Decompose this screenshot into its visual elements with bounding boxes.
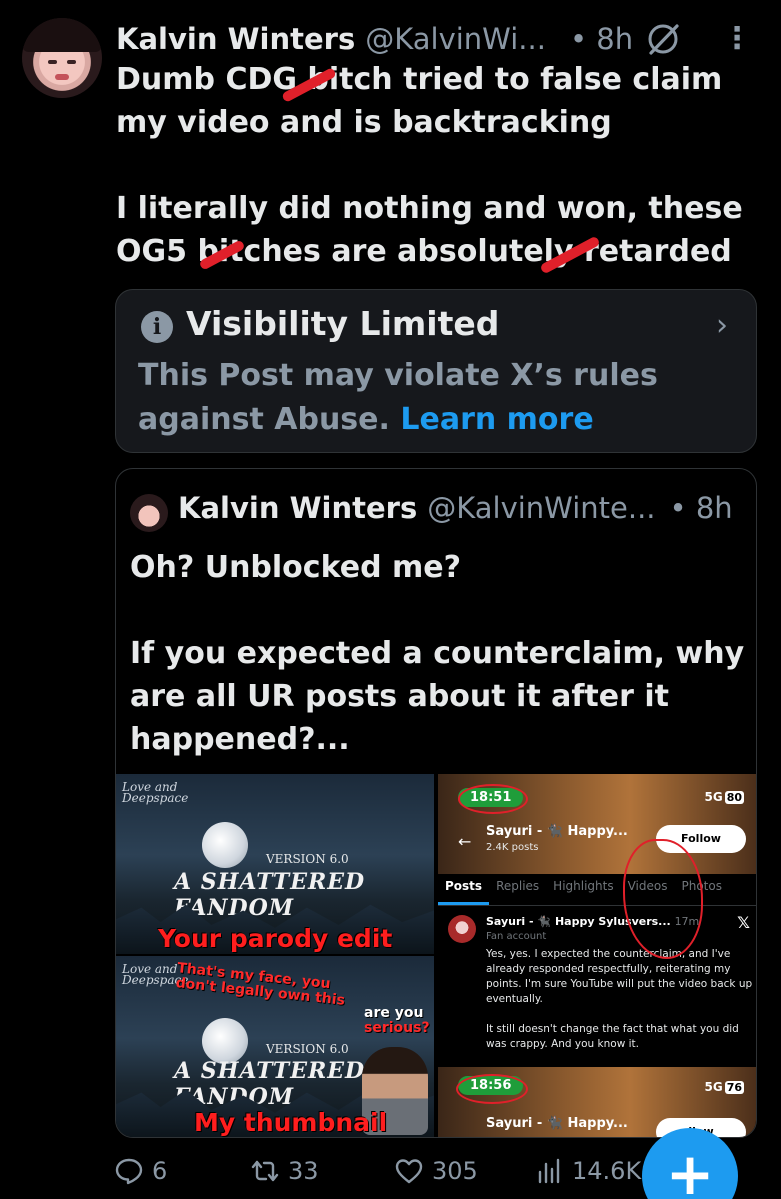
battery-icon: 76: [724, 1081, 744, 1094]
white-annotation: are you serious?: [364, 1006, 430, 1036]
quote-text: Oh? Unblocked me? If you expected a coun…: [130, 550, 745, 757]
profile-name: Sayuri - 🐈‍⬛ Happy...: [486, 824, 628, 839]
game-logo: Love and Deepspace: [122, 962, 189, 987]
tab-highlights: Highlights: [553, 879, 614, 893]
post-count: 2.4K posts: [486, 842, 539, 853]
avatar-hair: [22, 18, 102, 52]
profile-name: Sayuri - 🐈‍⬛ Happy...: [486, 1116, 628, 1131]
red-circle-annotation: [456, 1074, 528, 1104]
quoted-tweet[interactable]: Kalvin Winters @KalvinWinte... • 8h Oh? Un…: [115, 468, 757, 1138]
reply-button[interactable]: 6: [114, 1156, 167, 1186]
thumbnail-parody[interactable]: Love and Deepspace VERSION 6.0 A SHATTER…: [116, 774, 434, 954]
views-icon: [538, 1158, 560, 1184]
version-label: VERSION 6.0: [266, 852, 349, 866]
repost-count: 33: [288, 1157, 319, 1185]
red-circle-annotation: [458, 784, 528, 814]
author-name[interactable]: Kalvin Winters: [116, 22, 355, 56]
grok-icon[interactable]: [644, 20, 682, 58]
learn-more-link[interactable]: Learn more: [400, 402, 593, 437]
reply-avatar: [448, 915, 476, 943]
tab-posts: Posts: [438, 870, 490, 905]
views-button[interactable]: 14.6K: [534, 1156, 641, 1186]
tweet-text: Dumb CDG bitch tried to false claim my v…: [116, 62, 743, 269]
avatar-eye: [67, 60, 76, 64]
notice-body: This Post may violate X’s rules against …: [138, 354, 748, 442]
back-arrow-icon: ←: [458, 832, 472, 851]
profile-tabs: Posts Replies Highlights Videos Photos: [438, 870, 756, 906]
reply-count: 6: [152, 1157, 168, 1185]
reply-body: Yes, yes. I expected the counterclaim, a…: [486, 948, 753, 1050]
notice-title: Visibility Limited: [186, 304, 500, 343]
quote-header: Kalvin Winters @KalvinWinte... • 8h: [178, 491, 733, 525]
tweet-header: Kalvin Winters @KalvinWi... • 8h ⋮: [116, 18, 756, 60]
battery-icon: 80: [724, 791, 744, 804]
views-count: 14.6K: [572, 1157, 642, 1185]
quote-author-handle: @KalvinWinte...: [427, 491, 656, 525]
status-bar: 5G 80: [704, 790, 744, 804]
visibility-notice[interactable]: i Visibility Limited › This Post may vio…: [115, 289, 757, 453]
heart-icon: [395, 1159, 423, 1184]
white-annotation-red: serious?: [364, 1020, 430, 1036]
author-handle[interactable]: @KalvinWi...: [365, 22, 546, 56]
white-annotation-text: are you: [364, 1005, 424, 1021]
chevron-right-icon[interactable]: ›: [716, 308, 728, 343]
thumbnail-caption: My thumbnail: [194, 1108, 388, 1137]
fan-account-badge: Fan account: [486, 931, 547, 942]
signal-label: 5G: [704, 1080, 723, 1094]
like-button[interactable]: 305: [394, 1156, 478, 1186]
compose-button[interactable]: +: [642, 1128, 738, 1199]
info-icon: i: [141, 311, 173, 343]
x-logo-icon: 𝕏: [737, 913, 750, 932]
game-logo: Love and Deepspace: [122, 780, 189, 805]
reply-icon: [115, 1158, 143, 1185]
more-icon[interactable]: ⋮: [722, 24, 752, 54]
tab-replies: Replies: [496, 879, 540, 893]
repost-button[interactable]: 33: [250, 1156, 319, 1186]
avatar-lips: [55, 74, 69, 80]
thumbnail-original[interactable]: Love and Deepspace That's my face, you d…: [116, 956, 434, 1137]
moon-graphic: [202, 822, 248, 868]
tweet-time[interactable]: • 8h: [570, 22, 633, 56]
red-annotation: That's my face, you don't legally own th…: [174, 960, 346, 1009]
quote-media[interactable]: Love and Deepspace VERSION 6.0 A SHATTER…: [116, 774, 756, 1137]
avatar-eye: [48, 60, 57, 64]
version-label: VERSION 6.0: [266, 1042, 349, 1056]
status-bar: 5G 76: [704, 1080, 744, 1094]
quote-author-avatar: [130, 494, 168, 532]
quote-time: • 8h: [669, 491, 733, 525]
repost-icon: [251, 1160, 279, 1182]
screenshot-reply: Sayuri - 🐈‍⬛ Happy Sylusvers... 17m Fan …: [438, 907, 756, 1067]
like-count: 305: [432, 1157, 478, 1185]
thumbnail-caption: Your parody edit: [158, 924, 393, 953]
phone-screenshot[interactable]: 18:51 5G 80 ← Sayuri - 🐈‍⬛ Happy... 2.4K …: [438, 774, 756, 1137]
signal-label: 5G: [704, 790, 723, 804]
quote-author-name: Kalvin Winters: [178, 491, 418, 525]
author-avatar[interactable]: [22, 18, 102, 98]
